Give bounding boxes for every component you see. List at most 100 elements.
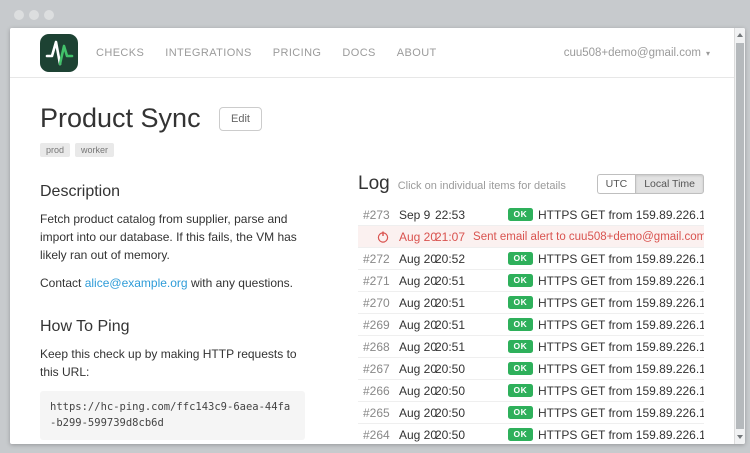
timezone-toggle: UTCLocal Time [597, 174, 704, 194]
log-row-date: Aug 20 [399, 428, 435, 442]
pulse-logo-icon [40, 34, 78, 72]
log-row-time: 20:50 [435, 406, 508, 420]
log-table: #273Sep 922:53OKHTTPS GET from 159.89.22… [358, 204, 704, 444]
nav-menu: CHECKS INTEGRATIONS PRICING DOCS ABOUT [96, 28, 437, 78]
log-column: Log Click on individual items for detail… [358, 157, 704, 444]
log-row-badge-cell: OK [508, 252, 538, 266]
log-row-event: HTTPS GET from 159.89.226.126 [538, 274, 704, 288]
nav-item-about[interactable]: ABOUT [397, 47, 437, 59]
ok-badge: OK [508, 406, 533, 420]
log-row-time: 20:50 [435, 362, 508, 376]
log-row-detail: HTTPS GET from 159.89.226.126-my-fancy-s… [538, 384, 704, 398]
page-content: Product Sync Edit prodworker Description… [10, 78, 734, 444]
log-row-number: #269 [363, 318, 389, 332]
log-row-number: #272 [363, 252, 389, 266]
log-row-detail: HTTPS GET from 159.89.226.126-my-fancy-s… [538, 362, 704, 376]
timezone-button-local-time[interactable]: Local Time [635, 174, 704, 194]
page-window: CHECKS INTEGRATIONS PRICING DOCS ABOUT cuu50… [10, 28, 745, 444]
log-row-time: 20:51 [435, 274, 508, 288]
alert-icon [377, 231, 389, 243]
log-row-detail: HTTPS GET from 159.89.226.126-my-fancy-s… [538, 252, 704, 266]
log-row-time: 21:07 [435, 230, 465, 244]
ping-url-code[interactable]: https://hc-ping.com/ffc143c9-6aea-44fa-b… [40, 391, 305, 440]
log-row-number: #268 [363, 340, 389, 354]
log-row-event: HTTPS GET from 159.89.226.126 [538, 428, 704, 442]
app-logo[interactable] [40, 34, 78, 72]
log-row-detail: HTTPS GET from 159.89.226.126-my-fancy-s… [538, 340, 704, 354]
alert-icon-cell [363, 231, 389, 243]
contact-prefix: Contact [40, 276, 85, 290]
nav-item-pricing[interactable]: PRICING [273, 47, 322, 59]
log-row-detail: HTTPS GET from 159.89.226.126-my-fancy-s… [538, 318, 704, 332]
contact-email-link[interactable]: alice@example.org [85, 276, 188, 290]
log-row[interactable]: #268Aug 2020:51OKHTTPS GET from 159.89.2… [358, 336, 704, 358]
nav-item-docs[interactable]: DOCS [342, 47, 375, 59]
log-row-date: Aug 20 [399, 296, 435, 310]
log-row-event: HTTPS GET from 159.89.226.126 [538, 340, 704, 354]
log-row[interactable]: #267 Aug 2020:50OKHTTPS GET from 159.89.2… [358, 358, 704, 380]
window-control-dot[interactable] [29, 10, 39, 20]
nav-item-checks[interactable]: CHECKS [96, 47, 144, 59]
scroll-up-arrow[interactable] [735, 28, 745, 42]
log-row-event: HTTPS GET from 159.89.226.126 [538, 252, 704, 266]
log-row-event: HTTPS GET from 159.89.226.126 [538, 384, 704, 398]
log-row[interactable]: #266Aug 2020:50OKHTTPS GET from 159.89.2… [358, 380, 704, 402]
log-row-time: 20:52 [435, 252, 508, 266]
log-row-badge-cell: OK [508, 318, 538, 332]
log-row[interactable]: #269Aug 2020:51OKHTTPS GET from 159.89.2… [358, 314, 704, 336]
log-row-date: Aug 20 [399, 406, 435, 420]
log-row-badge-cell: OK [508, 406, 538, 420]
ok-badge: OK [508, 428, 533, 442]
log-row[interactable]: #272Aug 2020:52OKHTTPS GET from 159.89.2… [358, 248, 704, 270]
log-row-badge-cell: OK [508, 362, 538, 376]
log-row-badge-cell: OK [508, 274, 538, 288]
ok-badge: OK [508, 340, 533, 354]
edit-button[interactable]: Edit [219, 107, 262, 131]
log-heading: Log [358, 173, 390, 195]
ok-badge: OK [508, 384, 533, 398]
log-row-badge-cell: OK [508, 208, 538, 222]
log-row-badge-cell: OK [508, 340, 538, 354]
log-row[interactable]: #270 Aug 2020:51OKHTTPS GET from 159.89.2… [358, 292, 704, 314]
log-row-detail: HTTPS GET from 159.89.226.126-my-fancy-s… [538, 208, 704, 222]
timezone-button-utc[interactable]: UTC [597, 174, 636, 194]
log-row-event: HTTPS GET from 159.89.226.126 [538, 362, 704, 376]
log-row-badge-cell: OK [508, 296, 538, 310]
log-row-date: Aug 20 [399, 318, 435, 332]
log-row-date: Aug 20 [399, 362, 435, 376]
log-row-number: #264 [363, 428, 389, 442]
log-row-time: 20:51 [435, 296, 508, 310]
page-title: Product Sync [40, 103, 201, 133]
log-alert-row[interactable]: Aug 2021:07Sent email alert to cuu508+de… [358, 226, 704, 248]
log-row[interactable]: #264 Aug 2020:50OK HTTPS GET from 159.89.2… [358, 424, 704, 444]
vertical-scrollbar[interactable] [734, 28, 745, 444]
log-header: Log Click on individual items for detail… [358, 173, 704, 195]
account-email: cuu508+demo@gmail.com [564, 47, 701, 59]
log-row-date: Aug 20 [399, 384, 435, 398]
nav-item-integrations[interactable]: INTEGRATIONS [165, 47, 252, 59]
ok-badge: OK [508, 252, 533, 266]
description-text: Fetch product catalog from supplier, par… [40, 210, 305, 264]
log-row-number: #267 [363, 362, 389, 376]
log-row-detail: HTTPS GET from 159.89.226.126-my-fancy-s… [538, 274, 704, 288]
scrollbar-thumb[interactable] [736, 43, 744, 429]
log-row-detail: HTTPS GET from 159.89.226.126-my-fancy-s… [538, 406, 704, 420]
log-row-number: #271 [363, 274, 389, 288]
window-control-dot[interactable] [44, 10, 54, 20]
window-control-dot[interactable] [14, 10, 24, 20]
log-row-time: 20:50 [435, 428, 508, 442]
log-row-event: HTTPS GET from 159.89.226.126 [538, 296, 704, 310]
log-row[interactable]: #265Aug 2020:50OKHTTPS GET from 159.89.2… [358, 402, 704, 424]
log-row-number: #270 [363, 296, 389, 310]
log-row-date: Aug 20 [399, 230, 435, 244]
log-row-time: 20:50 [435, 384, 508, 398]
log-row[interactable]: #273Sep 922:53OKHTTPS GET from 159.89.22… [358, 204, 704, 226]
contact-line: Contact alice@example.org with any quest… [40, 274, 305, 292]
scroll-down-arrow[interactable] [735, 430, 745, 444]
log-row-time: 22:53 [435, 208, 508, 222]
contact-suffix: with any questions. [188, 276, 293, 290]
account-menu[interactable]: cuu508+demo@gmail.com ▾ [564, 28, 710, 78]
log-row[interactable]: #271 Aug 2020:51OKHTTPS GET from 159.89.2… [358, 270, 704, 292]
log-row-date: Aug 20 [399, 274, 435, 288]
tag-worker: worker [75, 143, 114, 157]
